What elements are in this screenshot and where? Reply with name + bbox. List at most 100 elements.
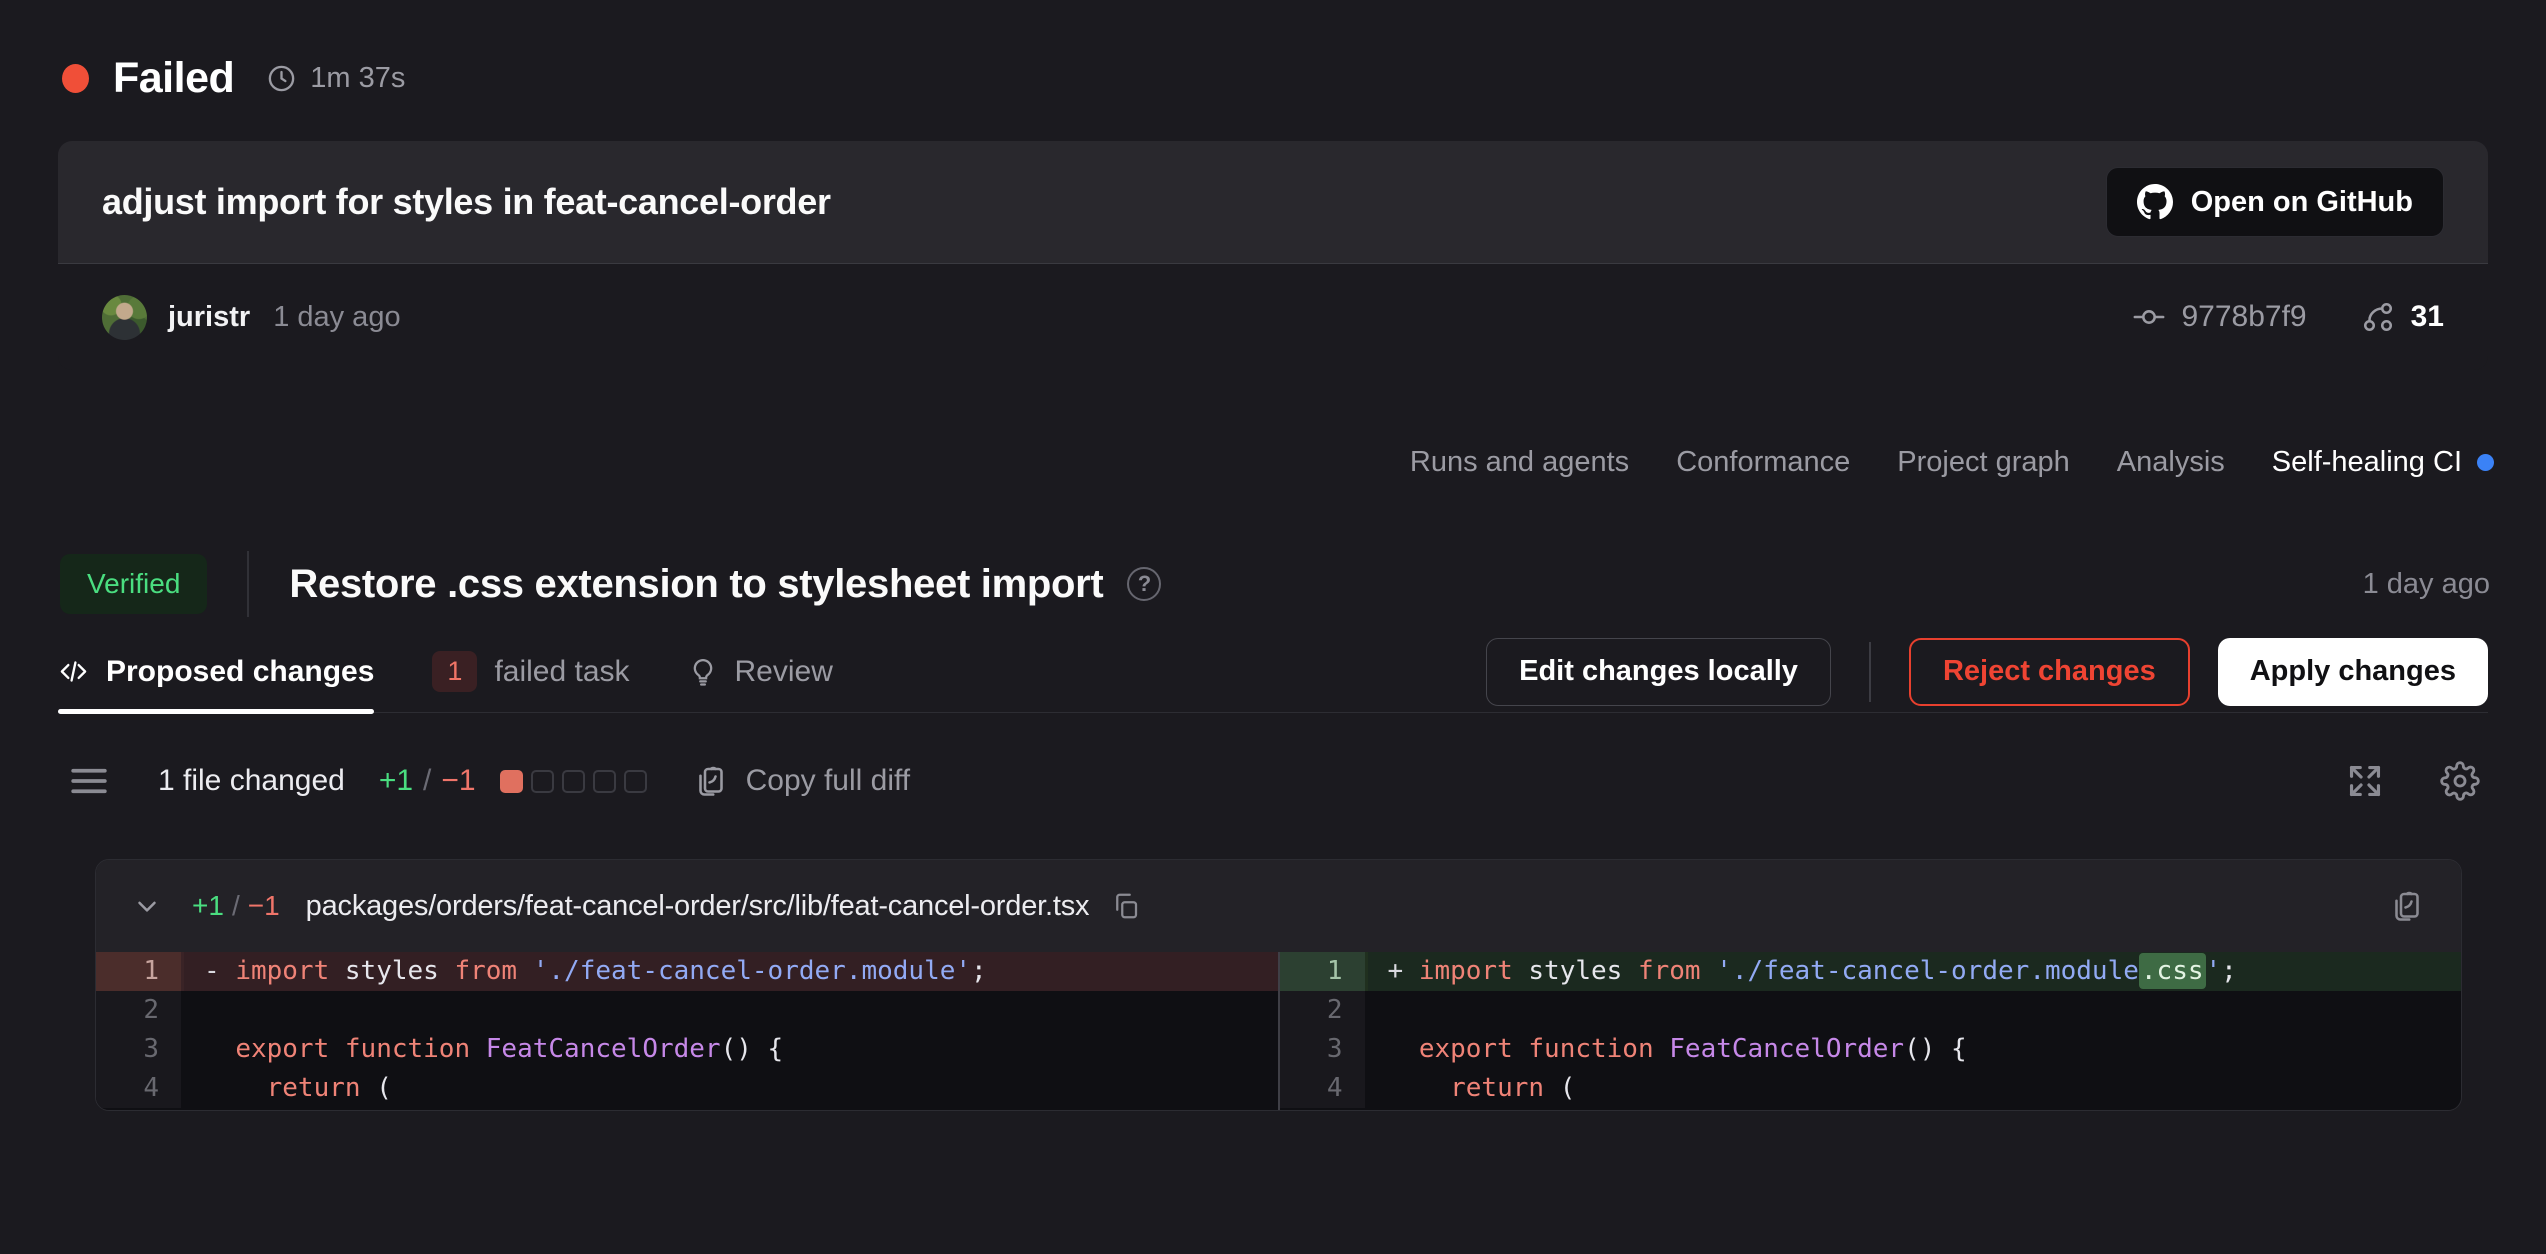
- diff-body: 1- import styles from './feat-cancel-ord…: [96, 952, 2461, 1110]
- line-number: 3: [96, 1030, 184, 1069]
- divider: [1869, 642, 1871, 702]
- chevron-down-icon[interactable]: [132, 891, 162, 921]
- diff-line: 2: [1280, 991, 2462, 1030]
- clock-icon: [266, 63, 297, 94]
- verified-badge: Verified: [60, 554, 207, 614]
- diff-stat-square: [531, 770, 554, 793]
- diff-line: 3 export function FeatCancelOrder() {: [96, 1030, 1278, 1069]
- file-diff-header: +1 / −1 packages/orders/feat-cancel-orde…: [96, 860, 2461, 952]
- status-failed-dot: [62, 64, 89, 93]
- nav-item-analysis[interactable]: Analysis: [2117, 446, 2225, 479]
- commit-card-meta-row: juristr 1 day ago 9778b7f9 31: [58, 263, 2488, 370]
- fix-header: Verified Restore .css extension to style…: [0, 479, 2546, 617]
- file-additions: +1: [192, 890, 224, 922]
- commit-icon: [2132, 300, 2166, 334]
- fix-time: 1 day ago: [2363, 568, 2490, 601]
- code-text: + import styles from './feat-cancel-orde…: [1368, 952, 2462, 991]
- diff-toolbar: 1 file changed +1 / −1 Copy full diff: [70, 761, 2480, 801]
- commit-sha[interactable]: 9778b7f9: [2132, 300, 2306, 334]
- copy-icon[interactable]: [1111, 891, 1141, 921]
- open-on-github-label: Open on GitHub: [2191, 186, 2413, 219]
- diff-line: 4 return (: [96, 1069, 1278, 1108]
- run-duration: 1m 37s: [266, 62, 405, 95]
- tab-proposed-changes-label: Proposed changes: [106, 655, 374, 689]
- diff-stat-square: [624, 770, 647, 793]
- file-path: packages/orders/feat-cancel-order/src/li…: [306, 890, 1090, 923]
- fix-actions: Edit changes locally Reject changes Appl…: [1486, 638, 2488, 706]
- branch-icon: [2361, 300, 2395, 334]
- code-text: return (: [184, 1069, 1278, 1108]
- copy-full-diff-button[interactable]: Copy full diff: [693, 763, 911, 799]
- diff-line: 4 return (: [1280, 1069, 2462, 1108]
- copy-full-diff-label: Copy full diff: [746, 764, 911, 798]
- toolbar-additions: +1: [379, 764, 413, 798]
- line-number: 4: [96, 1069, 184, 1108]
- diff-pane-new: 1+ import styles from './feat-cancel-ord…: [1278, 952, 2462, 1110]
- tab-review[interactable]: Review: [688, 631, 833, 712]
- failed-task-count-badge: 1: [432, 651, 477, 692]
- nav-item-conformance[interactable]: Conformance: [1676, 446, 1850, 479]
- file-deletions: −1: [248, 890, 280, 922]
- open-on-github-button[interactable]: Open on GitHub: [2106, 167, 2444, 237]
- help-icon[interactable]: ?: [1127, 567, 1161, 601]
- files-changed-label: 1 file changed: [158, 764, 345, 798]
- notification-dot: [2477, 454, 2494, 471]
- diff-line: 3 export function FeatCancelOrder() {: [1280, 1030, 2462, 1069]
- code-text: - import styles from './feat-cancel-orde…: [184, 952, 1278, 991]
- code-icon: [58, 656, 89, 687]
- branch-count-value: 31: [2411, 300, 2444, 334]
- nav-item-project-graph[interactable]: Project graph: [1897, 446, 2070, 479]
- code-text: [1368, 991, 2462, 1030]
- edit-changes-locally-button[interactable]: Edit changes locally: [1486, 638, 1831, 706]
- code-text: export function FeatCancelOrder() {: [1368, 1030, 2462, 1069]
- avatar: [102, 295, 147, 340]
- clipboard-icon: [693, 763, 729, 799]
- tab-failed-task[interactable]: 1 failed task: [432, 631, 629, 712]
- reject-changes-button[interactable]: Reject changes: [1909, 638, 2190, 706]
- run-status-label: Failed: [113, 54, 234, 103]
- line-number: 3: [1280, 1030, 1368, 1069]
- toolbar-deletions: −1: [441, 764, 475, 798]
- line-number: 2: [1280, 991, 1368, 1030]
- diff-line: 2: [96, 991, 1278, 1030]
- nav-item-self-healing-ci[interactable]: Self-healing CI: [2272, 446, 2494, 479]
- line-number: 2: [96, 991, 184, 1030]
- code-text: return (: [1368, 1069, 2462, 1108]
- tab-proposed-changes[interactable]: Proposed changes: [58, 631, 374, 712]
- commit-card: adjust import for styles in feat-cancel-…: [58, 141, 2488, 370]
- diff-stat-square: [562, 770, 585, 793]
- toolbar-separator: /: [423, 764, 431, 798]
- copy-patch-icon[interactable]: [2389, 888, 2425, 924]
- tab-review-label: Review: [735, 655, 833, 689]
- workspace-nav: Runs and agents Conformance Project grap…: [0, 370, 2546, 479]
- fix-tabs-row: Proposed changes 1 failed task Review Ed…: [58, 631, 2488, 713]
- gear-icon[interactable]: [2440, 761, 2480, 801]
- expand-icon[interactable]: [2346, 762, 2384, 800]
- lightbulb-icon: [688, 657, 718, 687]
- tab-failed-task-label: failed task: [494, 655, 629, 689]
- commit-author: juristr 1 day ago: [102, 295, 401, 340]
- diff-line: 1- import styles from './feat-cancel-ord…: [96, 952, 1278, 991]
- apply-changes-button[interactable]: Apply changes: [2218, 638, 2488, 706]
- code-text: export function FeatCancelOrder() {: [184, 1030, 1278, 1069]
- menu-icon[interactable]: [70, 766, 108, 796]
- branch-count[interactable]: 31: [2361, 300, 2444, 334]
- nav-item-runs-and-agents[interactable]: Runs and agents: [1410, 446, 1629, 479]
- diff-stat-square: [593, 770, 616, 793]
- diff-toolbar-right: [2346, 761, 2480, 801]
- line-number: 4: [1280, 1069, 1368, 1108]
- commit-card-header: adjust import for styles in feat-cancel-…: [58, 141, 2488, 263]
- github-icon: [2137, 184, 2173, 220]
- file-diff-card: +1 / −1 packages/orders/feat-cancel-orde…: [95, 859, 2462, 1111]
- commit-meta: 9778b7f9 31: [2132, 300, 2444, 334]
- commit-title: adjust import for styles in feat-cancel-…: [102, 181, 831, 223]
- author-name: juristr: [168, 301, 250, 334]
- commit-sha-value: 9778b7f9: [2181, 300, 2306, 334]
- run-duration-value: 1m 37s: [310, 62, 405, 95]
- nav-item-self-healing-ci-label: Self-healing CI: [2272, 446, 2462, 479]
- diff-stat-squares: [500, 770, 647, 793]
- diff-line: 1+ import styles from './feat-cancel-ord…: [1280, 952, 2462, 991]
- run-status-row: Failed 1m 37s: [0, 0, 2546, 103]
- fix-title: Restore .css extension to stylesheet imp…: [289, 562, 1103, 607]
- diff-pane-old: 1- import styles from './feat-cancel-ord…: [96, 952, 1278, 1110]
